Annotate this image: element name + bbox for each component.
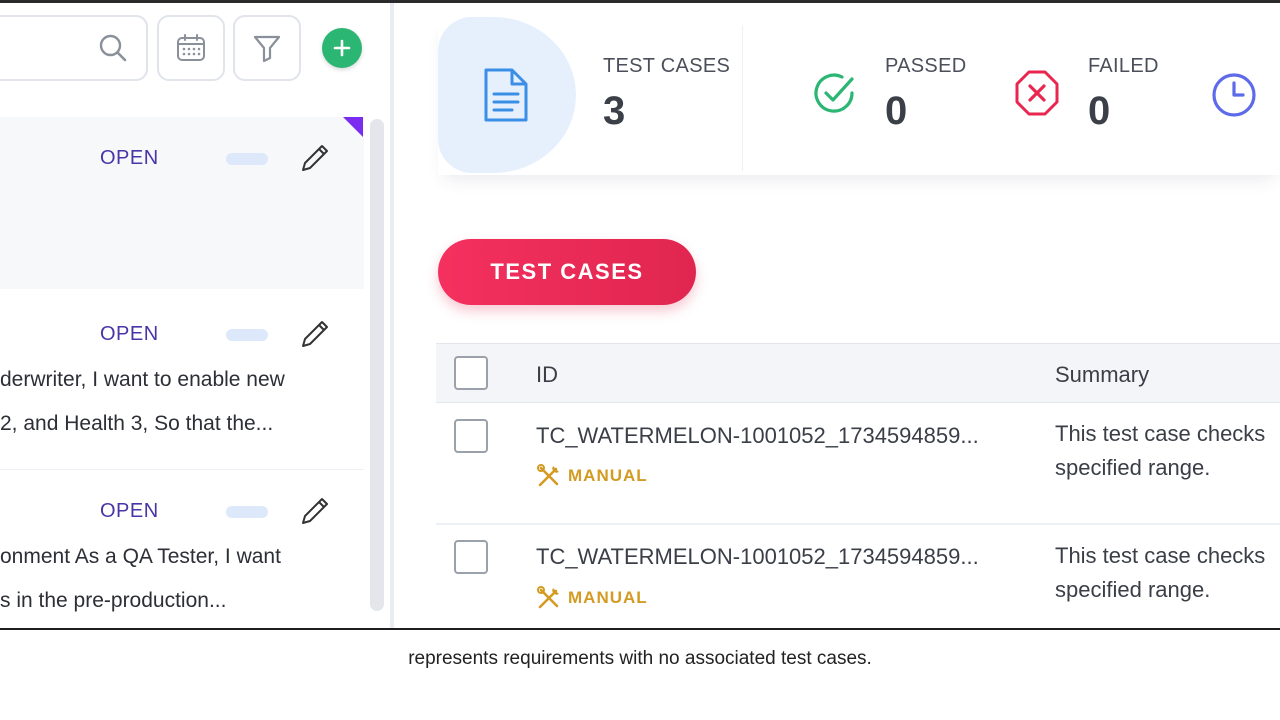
test-cases-stat-label: TEST CASES (603, 55, 731, 77)
app-window: OPEN OPEN derwriter, I want to enable ne… (0, 0, 1280, 630)
search-icon (99, 34, 127, 62)
row-divider (436, 523, 1280, 525)
filter-icon (253, 35, 281, 63)
stat-divider (742, 25, 743, 171)
subtitle-caption: represents requirements with no associat… (408, 648, 872, 669)
requirement-card[interactable]: OPEN derwriter, I want to enable new 2, … (0, 293, 364, 469)
edit-icon[interactable] (298, 494, 332, 528)
table-header: ID Summary (436, 343, 1280, 403)
requirement-summary-line2: 2, and Health 3, So that the... (0, 412, 274, 435)
pane-divider (390, 3, 394, 630)
search-input[interactable] (0, 15, 148, 81)
test-case-summary: This test case checks specified range. (1055, 539, 1280, 607)
test-type-badge: MANUAL (536, 463, 648, 489)
requirement-summary-line1: onment As a QA Tester, I want (0, 545, 281, 568)
failed-octagon-icon (1015, 70, 1059, 116)
check-circle-icon (814, 73, 854, 113)
calendar-button[interactable] (157, 15, 225, 81)
status-label: OPEN (100, 147, 159, 169)
id-column-header[interactable]: ID (536, 362, 558, 388)
passed-stat-label: PASSED (885, 55, 967, 77)
test-case-id[interactable]: TC_WATERMELON-1001052_1734594859... (536, 423, 979, 449)
test-cases-stat-value: 3 (603, 89, 626, 133)
edit-icon[interactable] (298, 141, 332, 175)
requirements-pane: OPEN OPEN derwriter, I want to enable ne… (0, 3, 390, 630)
document-icon (484, 68, 528, 122)
calendar-icon (177, 34, 205, 61)
video-frame-border (0, 628, 1280, 630)
test-case-summary: This test case checks specified range. (1055, 417, 1280, 485)
add-requirement-button[interactable] (322, 28, 362, 68)
requirement-summary-line1: derwriter, I want to enable new (0, 368, 285, 391)
test-type-label: MANUAL (568, 588, 648, 607)
tools-icon (537, 464, 559, 487)
plus-icon (333, 39, 351, 57)
tag-pill (226, 153, 268, 165)
test-case-id[interactable]: TC_WATERMELON-1001052_1734594859... (536, 544, 979, 570)
summary-line2: specified range. (1055, 455, 1211, 480)
row-checkbox[interactable] (454, 419, 488, 453)
summary-line1: This test case checks (1055, 543, 1266, 568)
select-all-checkbox[interactable] (454, 356, 488, 390)
tools-icon (537, 586, 559, 609)
failed-stat-label: FAILED (1088, 55, 1159, 77)
failed-stat-value: 0 (1088, 89, 1111, 133)
summary-line1: This test case checks (1055, 421, 1266, 446)
filter-button[interactable] (233, 15, 301, 81)
status-label: OPEN (100, 500, 159, 522)
requirement-card[interactable]: OPEN onment As a QA Tester, I want s in … (0, 470, 364, 630)
row-checkbox[interactable] (454, 540, 488, 574)
summary-line2: specified range. (1055, 577, 1211, 602)
no-test-case-flag (343, 117, 363, 137)
status-label: OPEN (100, 323, 159, 345)
tag-pill (226, 329, 268, 341)
passed-stat-value: 0 (885, 89, 908, 133)
edit-icon[interactable] (298, 317, 332, 351)
test-type-badge: MANUAL (536, 585, 648, 611)
scrollbar[interactable] (370, 119, 384, 611)
summary-column-header[interactable]: Summary (1055, 362, 1149, 388)
test-type-label: MANUAL (568, 466, 648, 485)
requirement-card[interactable]: OPEN (0, 117, 364, 289)
requirement-summary-line2: s in the pre-production... (0, 589, 227, 612)
clock-icon (1212, 73, 1256, 117)
test-cases-tab-button[interactable]: TEST CASES (438, 239, 696, 305)
tag-pill (226, 506, 268, 518)
